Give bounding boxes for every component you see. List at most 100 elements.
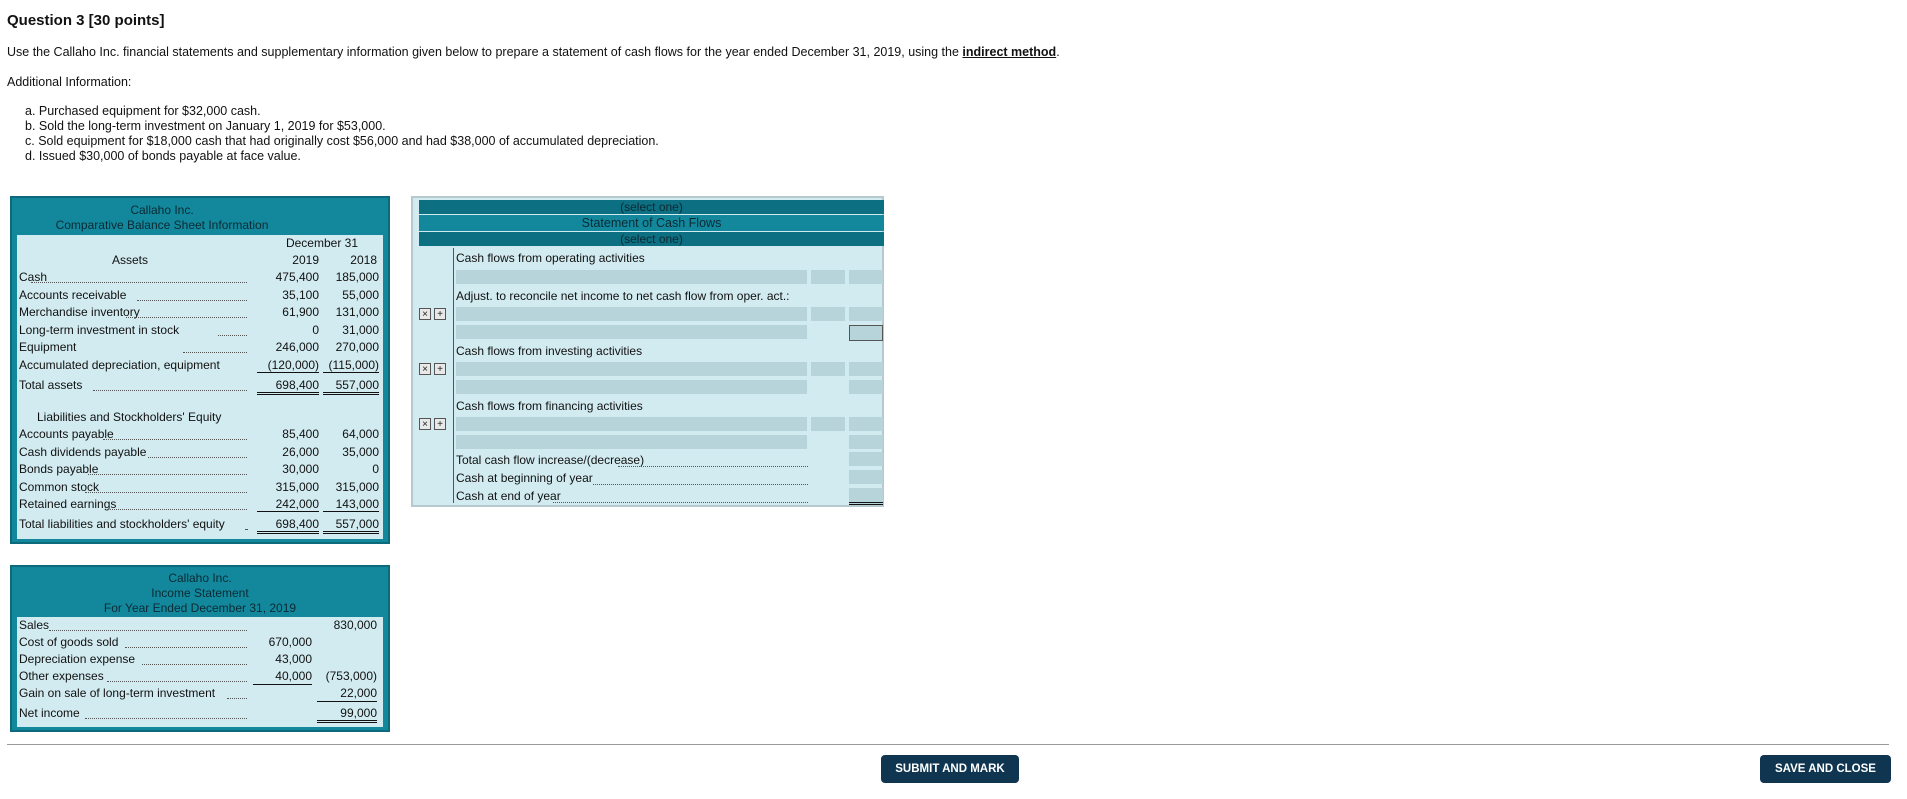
- bs-liab-row: Accounts payable 85,400 64,000: [17, 426, 383, 443]
- bs-value-2019: (120,000): [257, 357, 319, 373]
- bs-asset-row: Accumulated depreciation, equipment (120,…: [17, 357, 383, 374]
- cf-cash-end-label: Cash at end of year: [456, 489, 561, 503]
- bs-row-label: Accounts receivable: [19, 287, 127, 302]
- insert-row-icon[interactable]: +: [434, 418, 446, 430]
- liab-heading: Liabilities and Stockholders' Equity: [37, 410, 222, 424]
- op-total-input[interactable]: [849, 270, 883, 284]
- bs-asset-row: Merchandise inventory 61,900 131,000: [17, 304, 383, 321]
- bs-row-label: Bonds payable: [19, 462, 99, 477]
- adjust-item-input[interactable]: [456, 307, 807, 321]
- bs-row-label: Cash dividends payable: [19, 444, 147, 459]
- is-row-other: Other expenses 40,000 (753,000): [19, 669, 377, 685]
- bs-row-label: Retained earnings: [19, 497, 117, 512]
- inv-total-input-a[interactable]: [849, 362, 883, 376]
- select-one-dropdown-top[interactable]: (select one): [419, 200, 884, 214]
- bs-row-label: Accumulated depreciation, equipment: [19, 358, 220, 372]
- bs-total-assets-row: Total assets 698,400 557,000: [17, 377, 383, 395]
- bs-row-label: Total assets: [19, 377, 83, 392]
- select-one-dropdown-bottom[interactable]: (select one): [419, 232, 884, 246]
- bs-value-2019: 475,400: [275, 270, 319, 284]
- footer-separator: [7, 744, 1889, 745]
- inv-amount-input[interactable]: [811, 362, 845, 376]
- insert-row-icon[interactable]: +: [434, 308, 446, 320]
- is-title: Income Statement: [151, 586, 249, 600]
- delete-row-icon[interactable]: ×: [419, 308, 431, 320]
- is-period: For Year Ended December 31, 2019: [103, 601, 297, 615]
- year-2018: 2018: [350, 253, 377, 267]
- delete-row-icon[interactable]: ×: [419, 418, 431, 430]
- bs-value-2019: 246,000: [275, 340, 319, 355]
- adjust-total-input-a[interactable]: [849, 307, 883, 321]
- additional-info-list: a. Purchased equipment for $32,000 cash.…: [25, 104, 659, 164]
- cash-end-input[interactable]: [849, 488, 883, 505]
- is-row-sales: Sales 830,000: [19, 618, 377, 632]
- info-item: c. Sold equipment for $18,000 cash that …: [25, 134, 659, 148]
- fin-total-input-a[interactable]: [849, 417, 883, 431]
- inv-item-input[interactable]: [456, 362, 807, 376]
- fin-item-input[interactable]: [456, 417, 807, 431]
- cf-cash-begin-label: Cash at beginning of year: [456, 471, 593, 485]
- bs-value-2018: 185,000: [335, 270, 379, 284]
- op-net-cash-input[interactable]: [849, 325, 883, 341]
- cf-financing-label: Cash flows from financing activities: [456, 399, 643, 413]
- bs-period: December 31: [285, 236, 359, 250]
- inv-net-cash-input[interactable]: [849, 380, 883, 394]
- additional-info-label: Additional Information:: [7, 75, 132, 89]
- fin-net-cash-input[interactable]: [849, 435, 883, 449]
- bs-title: Comparative Balance Sheet Information: [55, 218, 269, 232]
- cf-title: Statement of Cash Flows: [419, 215, 884, 231]
- cash-begin-input[interactable]: [849, 470, 883, 484]
- cf-adjust-label: Adjust. to reconcile net income to net c…: [456, 289, 790, 303]
- bs-value-2018: 315,000: [335, 479, 379, 494]
- insert-row-icon[interactable]: +: [434, 363, 446, 375]
- bs-liab-row: Common stock 315,000 315,000: [17, 479, 383, 496]
- indirect-method-text: indirect method: [962, 45, 1057, 59]
- adjust-amount-input[interactable]: [811, 307, 845, 321]
- bs-value-2019: 35,100: [282, 287, 319, 302]
- save-and-close-button[interactable]: SAVE AND CLOSE: [1760, 755, 1891, 783]
- bs-value-2018: 55,000: [342, 287, 379, 302]
- bs-value-2018: (115,000): [323, 357, 379, 373]
- income-statement-panel: Callaho Inc. Income Statement For Year E…: [10, 565, 390, 732]
- balance-sheet-panel: Callaho Inc. Comparative Balance Sheet I…: [10, 196, 390, 544]
- delete-row-icon[interactable]: ×: [419, 363, 431, 375]
- bs-asset-row: Cash 475,400 185,000: [17, 269, 383, 286]
- bs-value-2019: 30,000: [282, 462, 319, 477]
- bs-value-2019: 698,400: [257, 377, 319, 395]
- year-2019: 2019: [292, 253, 319, 267]
- op-net-income-input[interactable]: [456, 270, 807, 284]
- bs-row-label: Accounts payable: [19, 427, 114, 441]
- is-row-gain: Gain on sale of long-term investment 22,…: [19, 686, 377, 702]
- is-row-net: Net income 99,000: [17, 705, 383, 723]
- is-company: Callaho Inc.: [168, 571, 232, 585]
- bs-value-2018: 557,000: [323, 516, 379, 534]
- bs-value-2019: 698,400: [257, 516, 319, 534]
- bs-row-label: Total liabilities and stockholders' equi…: [19, 517, 225, 531]
- bs-value-2018: 64,000: [342, 427, 379, 441]
- info-item: a. Purchased equipment for $32,000 cash.: [25, 104, 261, 118]
- fin-item-input-2[interactable]: [456, 435, 807, 449]
- adjust-item-input-2[interactable]: [456, 325, 807, 339]
- bs-company: Callaho Inc.: [130, 203, 194, 217]
- fin-amount-input[interactable]: [811, 417, 845, 431]
- total-change-input[interactable]: [849, 452, 883, 466]
- bs-asset-row: Equipment 246,000 270,000: [17, 339, 383, 356]
- bs-asset-row: Accounts receivable 35,100 55,000: [17, 287, 383, 304]
- cf-operating-label: Cash flows from operating activities: [456, 251, 645, 265]
- bs-asset-row: Long-term investment in stock 0 31,000: [17, 322, 383, 339]
- bs-row-label: Equipment: [19, 340, 77, 355]
- bs-liab-row: Cash dividends payable 26,000 35,000: [17, 444, 383, 461]
- bs-value-2018: 31,000: [342, 322, 379, 337]
- op-amount-input[interactable]: [811, 270, 845, 284]
- cf-total-change-label: Total cash flow increase/(decrease): [456, 453, 645, 467]
- bs-value-2018: 557,000: [323, 377, 379, 395]
- bs-value-2018: 0: [372, 462, 379, 477]
- inv-item-input-2[interactable]: [456, 380, 807, 394]
- bs-value-2018: 270,000: [335, 340, 379, 355]
- bs-value-2019: 61,900: [282, 305, 319, 320]
- bs-value-2018: 131,000: [335, 305, 379, 320]
- submit-and-mark-button[interactable]: SUBMIT AND MARK: [881, 755, 1019, 783]
- bs-value-2019: 85,400: [282, 427, 319, 441]
- bs-liab-row: Retained earnings 242,000 143,000: [17, 496, 383, 513]
- bs-row-label: Merchandise inventory: [19, 305, 140, 320]
